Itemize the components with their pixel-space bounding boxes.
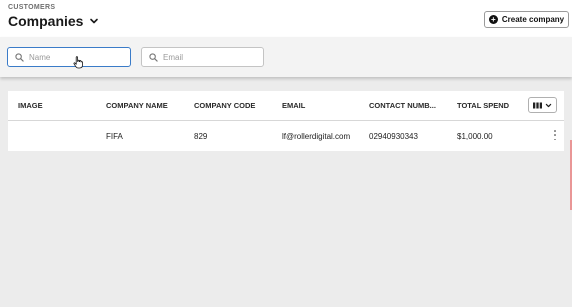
cell-total-spend: $1,000.00 bbox=[457, 132, 493, 141]
filter-bar bbox=[0, 37, 572, 77]
chevron-down-icon bbox=[545, 102, 552, 109]
companies-table: IMAGE COMPANY NAME COMPANY CODE EMAIL CO… bbox=[8, 91, 564, 151]
create-company-button[interactable]: + Create company bbox=[484, 11, 569, 28]
cell-email: lf@rollerdigital.com bbox=[282, 132, 351, 141]
plus-circle-icon: + bbox=[488, 15, 498, 24]
table-header: IMAGE COMPANY NAME COMPANY CODE EMAIL CO… bbox=[8, 91, 564, 121]
kebab-menu-icon[interactable] bbox=[553, 130, 557, 140]
name-search-field[interactable] bbox=[7, 47, 131, 67]
section-label: CUSTOMERS bbox=[8, 4, 56, 11]
hand-pointer-icon bbox=[73, 56, 84, 69]
create-company-label: Create company bbox=[501, 15, 565, 24]
column-header-email[interactable]: EMAIL bbox=[282, 101, 305, 110]
column-header-company-name[interactable]: COMPANY NAME bbox=[106, 101, 168, 110]
email-search-input[interactable] bbox=[163, 52, 253, 62]
page-title: Companies bbox=[8, 13, 84, 29]
cell-company-name: FIFA bbox=[106, 132, 123, 141]
page-header: CUSTOMERS Companies + Create company bbox=[0, 0, 572, 37]
column-header-total-spend[interactable]: TOTAL SPEND bbox=[457, 101, 509, 110]
cell-company-code: 829 bbox=[194, 132, 208, 141]
email-search-field[interactable] bbox=[141, 47, 264, 67]
chevron-down-icon bbox=[89, 16, 99, 26]
column-header-image[interactable]: IMAGE bbox=[18, 101, 43, 110]
column-header-company-code[interactable]: COMPANY CODE bbox=[194, 101, 255, 110]
title-dropdown[interactable]: Companies bbox=[8, 12, 99, 30]
search-icon bbox=[149, 52, 158, 62]
search-icon bbox=[15, 52, 24, 62]
columns-icon bbox=[533, 102, 542, 109]
cell-contact-number: 02940930343 bbox=[369, 132, 418, 141]
column-header-contact-number[interactable]: CONTACT NUMB... bbox=[369, 101, 436, 110]
table-row[interactable]: FIFA 829 lf@rollerdigital.com 0294093034… bbox=[8, 121, 564, 150]
column-settings-button[interactable] bbox=[528, 97, 557, 113]
